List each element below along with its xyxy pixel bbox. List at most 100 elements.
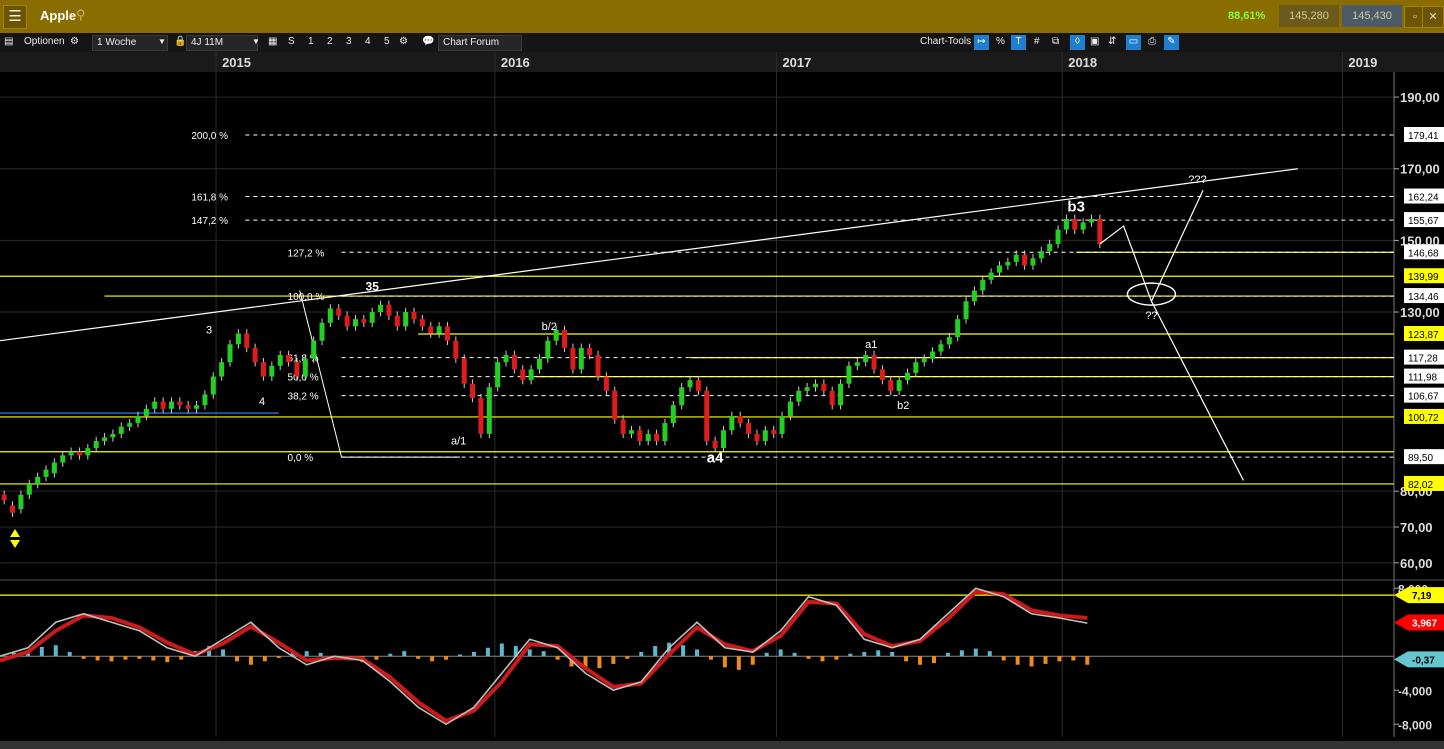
candle-body xyxy=(76,451,82,456)
range-button-1[interactable]: 1 xyxy=(308,35,314,49)
sell-marker-icon xyxy=(10,540,20,548)
indicator-icon[interactable]: ⧉ xyxy=(1052,35,1059,49)
macd-histogram-bar xyxy=(471,652,476,657)
calendar-icon[interactable]: ▦ xyxy=(268,35,277,49)
macd-histogram-bar xyxy=(890,652,895,657)
candle-body xyxy=(930,351,936,359)
range-button-2[interactable]: 2 xyxy=(327,35,333,49)
macd-histogram-bar xyxy=(527,649,532,657)
tools-settings-icon[interactable]: ✎ xyxy=(1164,35,1179,50)
wave-label: b3 xyxy=(1067,199,1085,216)
options-icon[interactable]: ▤ xyxy=(4,35,13,49)
macd-histogram-bar xyxy=(611,656,616,664)
macd-histogram-bar xyxy=(639,652,644,657)
menu-button[interactable]: ☰ xyxy=(3,5,27,29)
candle-body xyxy=(871,355,877,370)
candle-body xyxy=(461,358,467,384)
settings-gear-icon[interactable]: ⚙ xyxy=(399,35,408,49)
candle-body xyxy=(110,433,116,438)
candle-body xyxy=(603,376,609,391)
macd-histogram-bar xyxy=(541,651,546,657)
candle-body xyxy=(327,308,333,323)
candle-body xyxy=(687,380,693,388)
candle-body xyxy=(478,398,484,434)
scroll-bar[interactable] xyxy=(0,741,1444,749)
candle-body xyxy=(252,347,258,363)
candle-body xyxy=(570,347,576,370)
search-icon[interactable]: ⚲ xyxy=(76,7,86,23)
range-button-5[interactable]: 5 xyxy=(384,35,390,49)
macd-histogram-bar xyxy=(876,650,881,657)
candle-body xyxy=(654,433,660,442)
area-icon[interactable]: ▭ xyxy=(1126,35,1141,50)
candle-body xyxy=(436,326,442,334)
layers-icon[interactable]: ▣ xyxy=(1090,35,1099,49)
options-label[interactable]: Optionen xyxy=(24,35,65,49)
candle-body xyxy=(102,437,108,442)
macd-histogram-bar xyxy=(499,643,504,657)
macd-histogram-bar xyxy=(221,649,226,657)
chart-forum-button[interactable]: Chart Forum xyxy=(438,35,522,51)
macd-histogram-bar xyxy=(374,656,379,660)
range-button-3[interactable]: 3 xyxy=(346,35,352,49)
chevron-down-icon[interactable]: ▼ xyxy=(252,35,260,49)
text-tool-icon[interactable]: T xyxy=(1011,35,1026,50)
macd-tag-label: -0,37 xyxy=(1412,655,1435,666)
macd-histogram-bar xyxy=(262,656,267,662)
price-tag-label: 100,72 xyxy=(1408,413,1439,424)
gear-icon[interactable]: ⚙ xyxy=(70,35,79,49)
candle-body xyxy=(319,322,325,341)
grid-icon[interactable]: # xyxy=(1034,35,1040,49)
draw-tool-icon[interactable]: ↦ xyxy=(974,35,989,50)
macd-histogram-bar xyxy=(959,650,964,657)
macd-tick-label: -8,000 xyxy=(1398,718,1432,732)
range-select[interactable]: 4J 11M xyxy=(186,35,258,51)
marker-icon[interactable]: ◊ xyxy=(1070,35,1085,50)
fibonacci-anchor xyxy=(299,290,461,458)
range-button-4[interactable]: 4 xyxy=(365,35,371,49)
ask-price: 145,430 xyxy=(1342,5,1402,27)
candle-body xyxy=(913,362,919,373)
candle-body xyxy=(946,337,952,345)
print-icon[interactable]: ⎙ xyxy=(1148,35,1156,49)
candle-body xyxy=(996,265,1002,273)
macd-histogram-bar xyxy=(318,652,323,657)
chevron-down-icon[interactable]: ▼ xyxy=(158,35,166,49)
lock-icon[interactable]: 🔒 xyxy=(174,35,186,49)
candle-body xyxy=(93,441,99,449)
macd-tick-label: -4,000 xyxy=(1398,684,1432,698)
candle-body xyxy=(536,358,542,370)
candle-body xyxy=(679,387,685,406)
chart-forum-label: Chart Forum xyxy=(443,37,500,48)
close-icon[interactable]: ✕ xyxy=(1422,6,1444,28)
macd-histogram-bar xyxy=(862,652,867,657)
candle-body xyxy=(35,476,41,485)
candle-body xyxy=(18,494,24,510)
candle-body xyxy=(118,426,124,434)
candle-body xyxy=(444,326,450,341)
forecast-path xyxy=(1099,189,1244,481)
macd-histogram-bar xyxy=(1029,656,1034,667)
range-button-s[interactable]: S xyxy=(288,35,295,49)
candle-body xyxy=(595,355,601,377)
candle-body xyxy=(1063,218,1069,230)
candle-body xyxy=(194,405,200,409)
wave-label: a1 xyxy=(865,339,877,351)
compare-icon[interactable]: ⇵ xyxy=(1108,35,1116,49)
fibonacci-label: 127,2 % xyxy=(288,248,325,259)
chart-tools-label: Chart-Tools xyxy=(920,36,972,47)
candle-body xyxy=(495,362,501,388)
price-tag-label: 146,68 xyxy=(1408,248,1439,259)
candle-body xyxy=(879,369,885,381)
macd-histogram-bar xyxy=(945,652,950,657)
candle-body xyxy=(127,423,133,427)
macd-histogram-bar xyxy=(248,656,253,665)
candle-body xyxy=(520,369,526,381)
interval-select[interactable]: 1 Woche xyxy=(92,35,168,51)
chart-canvas[interactable]: 2015 2016 2017 2018 2019190,00170,00150,0013… xyxy=(0,52,1444,741)
macd-histogram-bar xyxy=(764,652,769,657)
macd-histogram-bar xyxy=(95,656,100,661)
percent-toggle[interactable]: % xyxy=(996,35,1005,49)
candle-body xyxy=(135,415,141,424)
chat-bubble-icon[interactable]: 💬 xyxy=(422,35,434,49)
